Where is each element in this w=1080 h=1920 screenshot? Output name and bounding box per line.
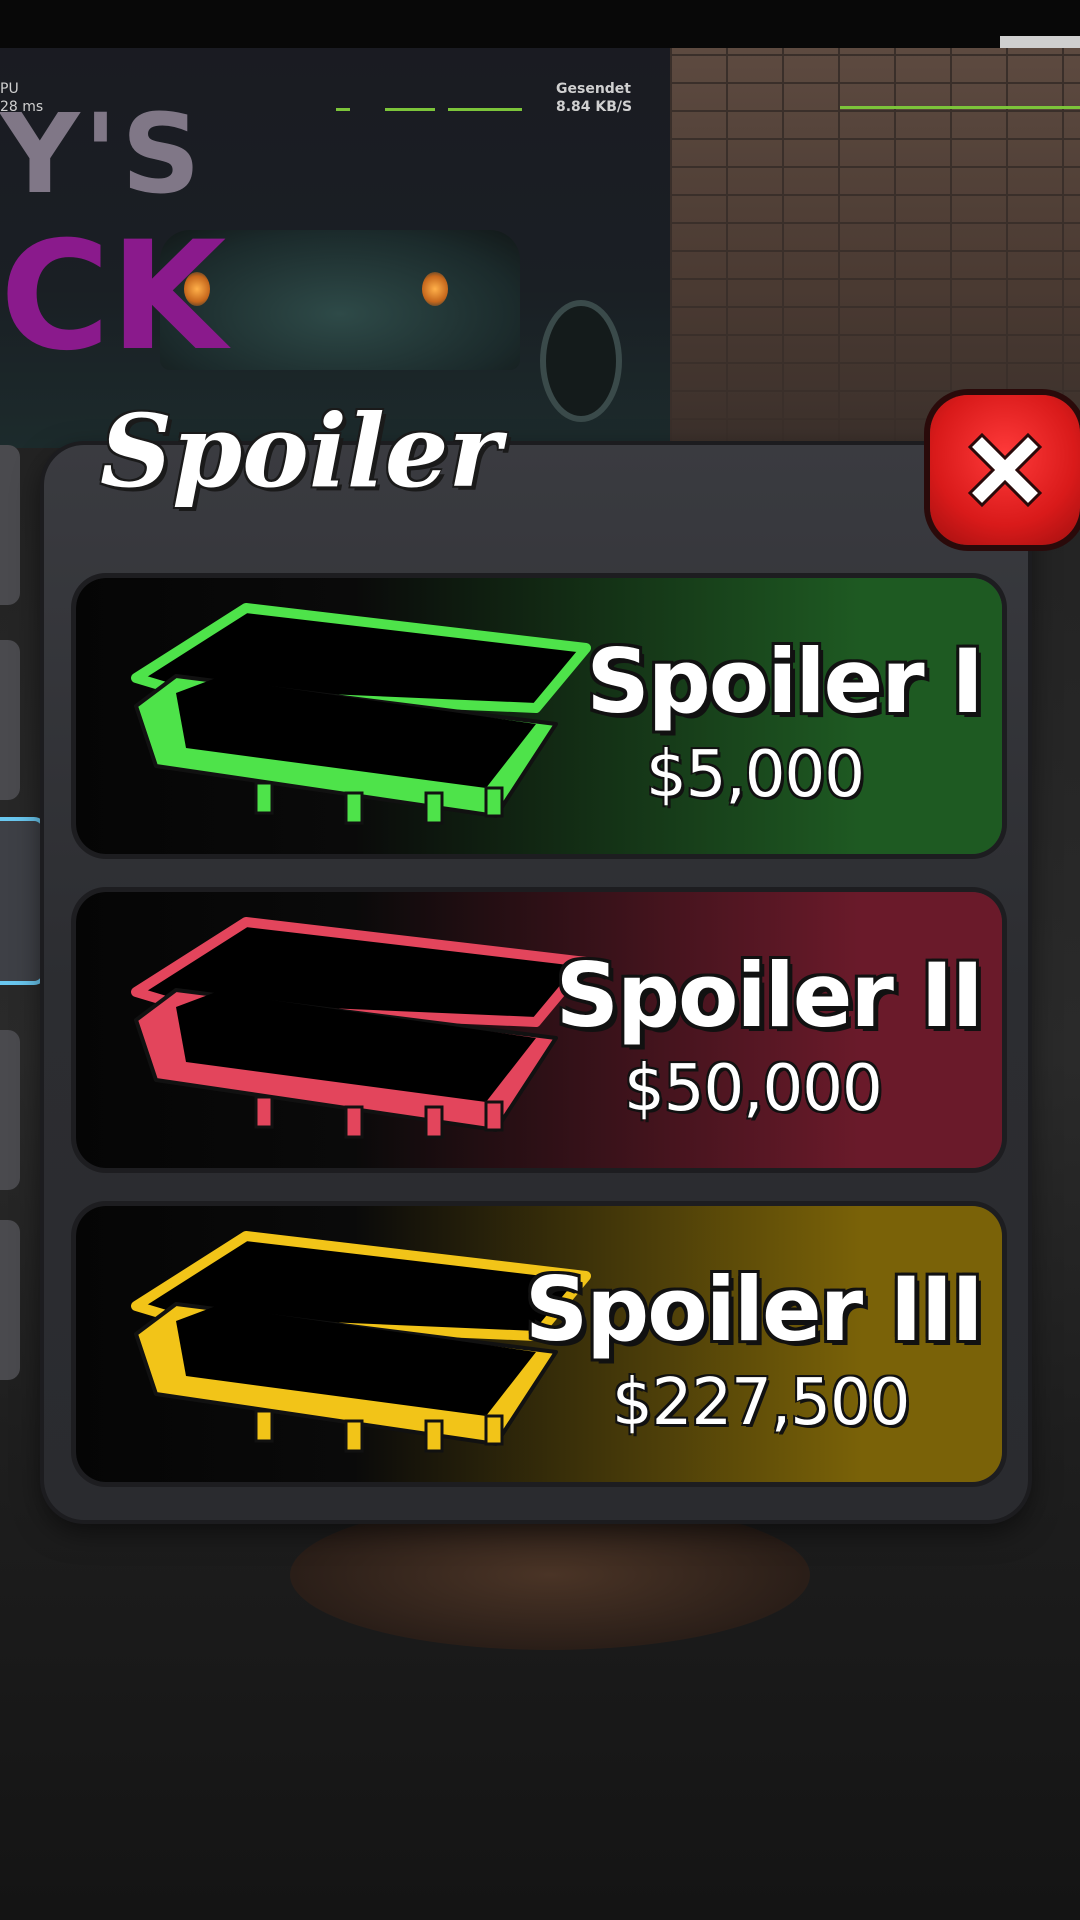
left-tab[interactable]: [0, 445, 20, 605]
hud-cpu-label: PU: [0, 81, 19, 97]
hud-sent-value: 8.84 KB/S: [556, 99, 633, 115]
item-price: $50,000: [624, 1052, 883, 1126]
car-headlight-right: [422, 272, 448, 306]
hud-cpu: PU 28 ms: [0, 80, 43, 116]
poster-text-bottom: CK: [0, 210, 227, 384]
close-x-icon: [967, 432, 1043, 508]
hud-graph-line: [840, 106, 1080, 109]
hud-graph-line: [448, 108, 522, 111]
left-tab[interactable]: [0, 1220, 20, 1380]
floor-turntable: [290, 1500, 810, 1650]
item-name: Spoiler I: [586, 630, 984, 733]
spoiler-case-icon: [131, 603, 591, 825]
item-name: Spoiler II: [555, 944, 984, 1047]
left-tab[interactable]: [0, 1030, 20, 1190]
panel-title: Spoiler: [100, 392, 502, 510]
item-price: $227,500: [612, 1366, 910, 1440]
shop-item-card[interactable]: Spoiler II $50,000: [76, 892, 1002, 1168]
hud-sent: Gesendet 8.84 KB/S: [556, 80, 632, 116]
hud-sent-label: Gesendet: [556, 81, 631, 97]
left-tab-selected[interactable]: [0, 817, 46, 985]
spoiler-case-icon: [131, 917, 591, 1139]
item-name: Spoiler III: [524, 1258, 984, 1361]
hud-cpu-value: 28 ms: [0, 99, 44, 115]
close-button[interactable]: [930, 395, 1080, 545]
item-price: $5,000: [646, 738, 865, 812]
shop-item-card[interactable]: Spoiler I $5,000: [76, 578, 1002, 854]
car-wheel: [540, 300, 622, 422]
top-bar: [0, 0, 1080, 48]
hud-graph-line: [385, 108, 435, 111]
shop-item-card[interactable]: Spoiler III $227,500: [76, 1206, 1002, 1482]
game-scene: Y'S CK PU 28 ms Gesendet 8.84 KB/S Spoil…: [0, 0, 1080, 1920]
left-tab[interactable]: [0, 640, 20, 800]
hud-graph-line: [336, 108, 350, 111]
